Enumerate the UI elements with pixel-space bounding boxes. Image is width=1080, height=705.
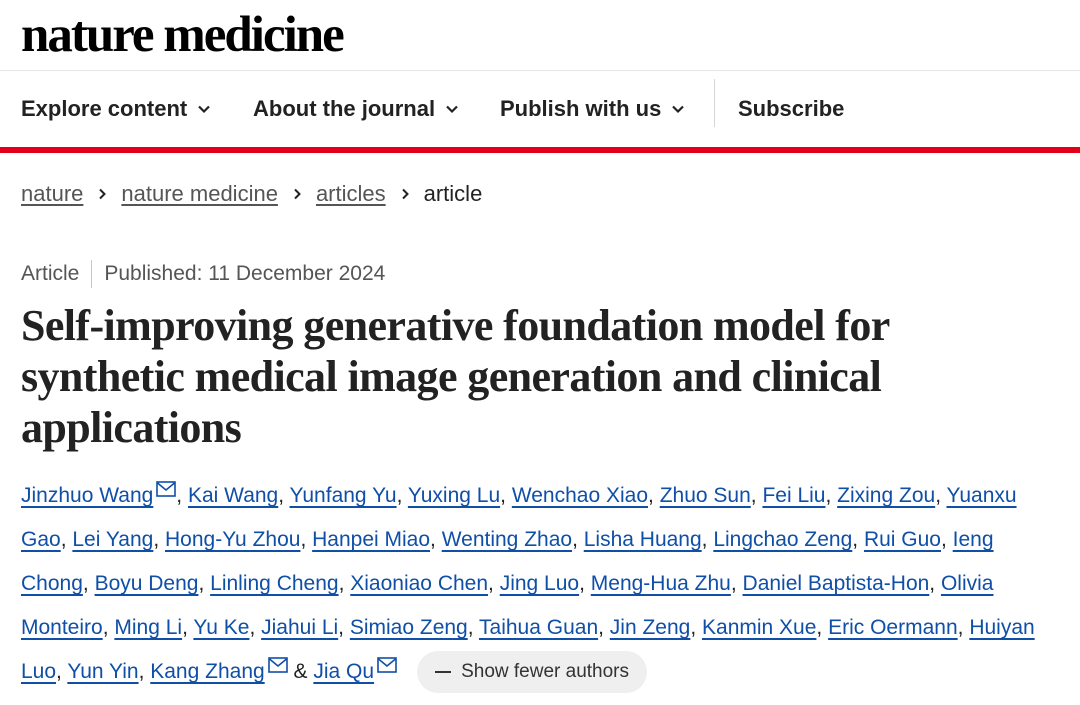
author-link[interactable]: Wenchao Xiao [512,484,648,507]
author-link[interactable]: Zixing Zou [837,484,935,507]
author-link[interactable]: Lei Yang [72,528,153,551]
meta-divider [91,260,93,288]
breadcrumb-nature-medicine[interactable]: nature medicine [121,181,278,207]
author-link[interactable]: Daniel Baptista-Hon [743,572,930,595]
breadcrumb: nature nature medicine articles article [21,181,482,207]
nav-explore-content[interactable]: Explore content [21,94,211,124]
breadcrumb-current: article [423,181,483,206]
masthead: nature medicine [0,0,1080,71]
nav-about-journal-label: About the journal [253,96,436,121]
subscribe-link[interactable]: Subscribe [738,94,844,124]
mail-icon[interactable] [377,657,397,673]
chevron-right-icon [99,188,107,200]
author-link[interactable]: Jinzhuo Wang [21,484,153,507]
author-link[interactable]: Fei Liu [762,484,825,507]
author-link[interactable]: Hanpei Miao [312,528,430,551]
author-link[interactable]: Hong-Yu Zhou [165,528,300,551]
author-link[interactable]: Linling Cheng [210,572,338,595]
author-link[interactable]: Jin Zeng [610,616,691,639]
nav-about-journal[interactable]: About the journal [253,94,459,124]
show-fewer-label: Show fewer authors [461,661,629,683]
chevron-down-icon [672,105,685,114]
breadcrumb-nature[interactable]: nature [21,181,83,207]
breadcrumb-articles[interactable]: articles [316,181,386,207]
author-link[interactable]: Kanmin Xue [702,616,816,639]
author-link[interactable]: Rui Guo [864,528,941,551]
author-link[interactable]: Lisha Huang [584,528,702,551]
author-link[interactable]: Kang Zhang [150,660,264,683]
author-link[interactable]: Jia Qu [313,660,374,683]
author-link[interactable]: Yun Yin [67,660,138,683]
author-link[interactable]: Ming Li [114,616,182,639]
minus-icon [435,671,452,674]
author-link[interactable]: Eric Oermann [828,616,958,639]
chevron-right-icon [294,188,301,200]
main-nav: Explore content About the journal Publis… [0,71,1080,153]
chevron-down-icon [198,105,211,114]
author-link[interactable]: Jing Luo [500,572,579,595]
journal-logo[interactable]: nature medicine [21,6,345,64]
author-link[interactable]: Boyu Deng [95,572,199,595]
author-link[interactable]: Wenting Zhao [442,528,572,551]
author-link[interactable]: Zhuo Sun [660,484,751,507]
published-date: Published: 11 December 2024 [104,262,386,285]
mail-icon[interactable] [267,657,288,673]
author-link[interactable]: Yu Ke [193,616,249,639]
article-meta: Article Published: 11 December 2024 [21,260,385,288]
author-link[interactable]: Kai Wang [188,484,278,507]
author-link[interactable]: Jiahui Li [261,616,338,639]
author-link[interactable]: Meng-Hua Zhu [591,572,731,595]
nav-explore-content-label: Explore content [21,96,188,121]
author-link[interactable]: Yunfang Yu [290,484,397,507]
nav-publish-with-us-label: Publish with us [500,96,662,121]
nav-publish-with-us[interactable]: Publish with us [500,94,685,124]
article-title: Self-improving generative foundation mod… [21,301,889,452]
chevron-right-icon [401,188,409,200]
nav-divider [714,79,715,127]
author-link[interactable]: Taihua Guan [479,616,598,639]
article-type: Article [21,262,80,285]
author-joiner: & [287,660,314,683]
author-list: Jinzhuo Wang, Kai Wang, Yunfang Yu, Yuxi… [21,474,1066,694]
author-link[interactable]: Lingchao Zeng [713,528,852,551]
author-link[interactable]: Xiaoniao Chen [350,572,488,595]
chevron-down-icon [446,105,458,114]
show-fewer-authors-button[interactable]: Show fewer authors [417,651,647,694]
author-link[interactable]: Simiao Zeng [350,616,468,639]
mail-icon[interactable] [156,481,177,497]
author-link[interactable]: Yuxing Lu [408,484,500,507]
